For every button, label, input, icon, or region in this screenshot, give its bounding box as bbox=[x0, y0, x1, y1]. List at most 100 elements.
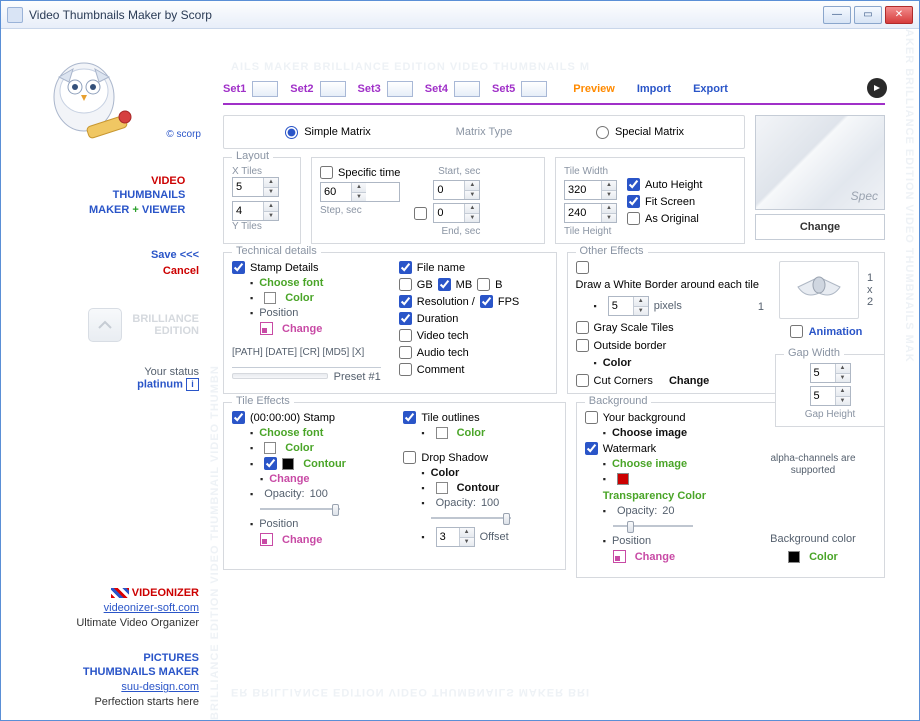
outsideborder-option[interactable]: Outside border bbox=[576, 339, 766, 352]
audiotech-checkbox[interactable] bbox=[399, 346, 412, 359]
end-enable-checkbox[interactable] bbox=[414, 207, 427, 220]
offset-input[interactable] bbox=[437, 528, 459, 546]
offset-spinner[interactable]: ▲▼ bbox=[436, 527, 475, 547]
tile-choosefont-link[interactable]: Choose font bbox=[250, 427, 385, 439]
outside-color-link[interactable]: Color bbox=[594, 357, 766, 369]
tab-set2[interactable]: Set2 bbox=[290, 83, 313, 95]
filename-checkbox[interactable] bbox=[399, 261, 412, 274]
tech-color-swatch[interactable] bbox=[264, 292, 276, 304]
comment-checkbox[interactable] bbox=[399, 363, 412, 376]
tab-set4[interactable]: Set4 bbox=[425, 83, 448, 95]
special-matrix-option[interactable]: Special Matrix bbox=[544, 126, 736, 139]
autoheight-option[interactable]: Auto Height bbox=[627, 178, 702, 191]
bg-chooseimage-link[interactable]: Choose image bbox=[603, 427, 736, 439]
tileheight-input[interactable] bbox=[565, 204, 601, 222]
wm-opacity-slider[interactable] bbox=[613, 520, 693, 532]
up-arrow-icon[interactable]: ▲ bbox=[264, 178, 278, 188]
tilewidth-input[interactable] bbox=[565, 181, 601, 199]
down-arrow-icon[interactable]: ▼ bbox=[264, 188, 278, 197]
upgrade-button[interactable] bbox=[88, 308, 122, 342]
transp-swatch[interactable] bbox=[617, 473, 629, 485]
contour-swatch[interactable] bbox=[282, 458, 294, 470]
step-input[interactable] bbox=[321, 183, 351, 201]
gapwidth-input[interactable] bbox=[811, 364, 835, 382]
asoriginal-option[interactable]: As Original bbox=[627, 212, 702, 225]
thumb-set2[interactable] bbox=[320, 81, 346, 97]
audiotech-option[interactable]: Audio tech bbox=[399, 346, 548, 359]
tab-set1[interactable]: Set1 bbox=[223, 83, 246, 95]
tile-change-link[interactable]: Change bbox=[260, 473, 385, 485]
start-input[interactable] bbox=[434, 181, 464, 199]
outlines-color-link[interactable]: Color bbox=[457, 427, 486, 439]
gapheight-spinner[interactable]: ▲▼ bbox=[810, 386, 851, 406]
animation-checkbox[interactable] bbox=[790, 325, 803, 338]
whiteborder-option[interactable]: Draw a White Border around each tile bbox=[576, 261, 766, 291]
tab-export[interactable]: Export bbox=[693, 83, 728, 95]
contour-link[interactable]: Contour bbox=[303, 458, 346, 470]
grayscale-checkbox[interactable] bbox=[576, 321, 589, 334]
outlines-color-swatch[interactable] bbox=[436, 427, 448, 439]
duration-option[interactable]: Duration bbox=[399, 312, 548, 325]
whiteborder-checkbox[interactable] bbox=[576, 261, 589, 274]
tile-opacity-slider[interactable] bbox=[260, 503, 340, 515]
tile-color-swatch[interactable] bbox=[264, 442, 276, 454]
autoheight-checkbox[interactable] bbox=[627, 178, 640, 191]
asoriginal-checkbox[interactable] bbox=[627, 212, 640, 225]
gb-checkbox[interactable] bbox=[399, 278, 412, 291]
watermark-option[interactable]: Watermark bbox=[585, 442, 736, 455]
specific-time-checkbox[interactable] bbox=[320, 166, 333, 179]
timestamp-checkbox[interactable] bbox=[232, 411, 245, 424]
borderpx-spinner[interactable]: ▲▼ bbox=[608, 296, 649, 316]
ytiles-input[interactable] bbox=[233, 202, 263, 220]
videotech-option[interactable]: Video tech bbox=[399, 329, 548, 342]
outsideborder-checkbox[interactable] bbox=[576, 339, 589, 352]
gapheight-input[interactable] bbox=[811, 387, 835, 405]
tile-position-change[interactable]: Change bbox=[282, 534, 322, 546]
watermark-checkbox[interactable] bbox=[585, 442, 598, 455]
tab-set3[interactable]: Set3 bbox=[358, 83, 381, 95]
yourbg-option[interactable]: Your background bbox=[585, 411, 736, 424]
thumb-set1[interactable] bbox=[252, 81, 278, 97]
simple-matrix-option[interactable]: Simple Matrix bbox=[232, 126, 424, 139]
tab-preview[interactable]: Preview bbox=[573, 83, 615, 95]
wm-position-change[interactable]: Change bbox=[635, 551, 675, 563]
ytiles-spinner[interactable]: ▲▼ bbox=[232, 201, 279, 221]
timestamp-option[interactable]: (00:00:00) Stamp bbox=[232, 411, 385, 424]
fitscreen-option[interactable]: Fit Screen bbox=[627, 195, 702, 208]
preset-slider[interactable] bbox=[232, 373, 328, 379]
ptm-link[interactable]: suu-design.com bbox=[83, 680, 199, 695]
close-button[interactable]: ✕ bbox=[885, 6, 913, 24]
resolution-checkbox[interactable] bbox=[399, 295, 412, 308]
stamp-details-option[interactable]: Stamp Details bbox=[232, 261, 381, 274]
fps-checkbox[interactable] bbox=[480, 295, 493, 308]
fitscreen-checkbox[interactable] bbox=[627, 195, 640, 208]
contour-checkbox[interactable] bbox=[264, 457, 277, 470]
bgcolor-swatch[interactable] bbox=[788, 551, 800, 563]
dropshadow-option[interactable]: Drop Shadow bbox=[403, 451, 556, 464]
stamp-details-checkbox[interactable] bbox=[232, 261, 245, 274]
end-input[interactable] bbox=[434, 204, 464, 222]
tech-color-link[interactable]: Color bbox=[285, 292, 314, 304]
animation-link[interactable]: Animation bbox=[809, 326, 863, 338]
yourbg-checkbox[interactable] bbox=[585, 411, 598, 424]
tileheight-spinner[interactable]: ▲▼ bbox=[564, 203, 617, 223]
dropshadow-checkbox[interactable] bbox=[403, 451, 416, 464]
end-spinner[interactable]: ▲▼ bbox=[433, 203, 480, 223]
cutcorners-checkbox[interactable] bbox=[576, 374, 589, 387]
preview-change-button[interactable]: Change bbox=[755, 214, 885, 240]
tab-import[interactable]: Import bbox=[637, 83, 671, 95]
maximize-button[interactable]: ▭ bbox=[854, 6, 882, 24]
duration-checkbox[interactable] bbox=[399, 312, 412, 325]
cutcorners-change[interactable]: Change bbox=[669, 375, 709, 387]
status-info-button[interactable]: i bbox=[186, 378, 199, 391]
outlines-option[interactable]: Tile outlines bbox=[403, 411, 556, 424]
videotech-checkbox[interactable] bbox=[399, 329, 412, 342]
grayscale-option[interactable]: Gray Scale Tiles bbox=[576, 321, 766, 334]
thumb-set4[interactable] bbox=[454, 81, 480, 97]
xtiles-spinner[interactable]: ▲▼ bbox=[232, 177, 279, 197]
xtiles-input[interactable] bbox=[233, 178, 263, 196]
ds-color-link[interactable]: Color bbox=[421, 467, 556, 479]
thumb-set5[interactable] bbox=[521, 81, 547, 97]
tech-choosefont-link[interactable]: Choose font bbox=[250, 277, 381, 289]
ds-opacity-slider[interactable] bbox=[431, 512, 511, 524]
